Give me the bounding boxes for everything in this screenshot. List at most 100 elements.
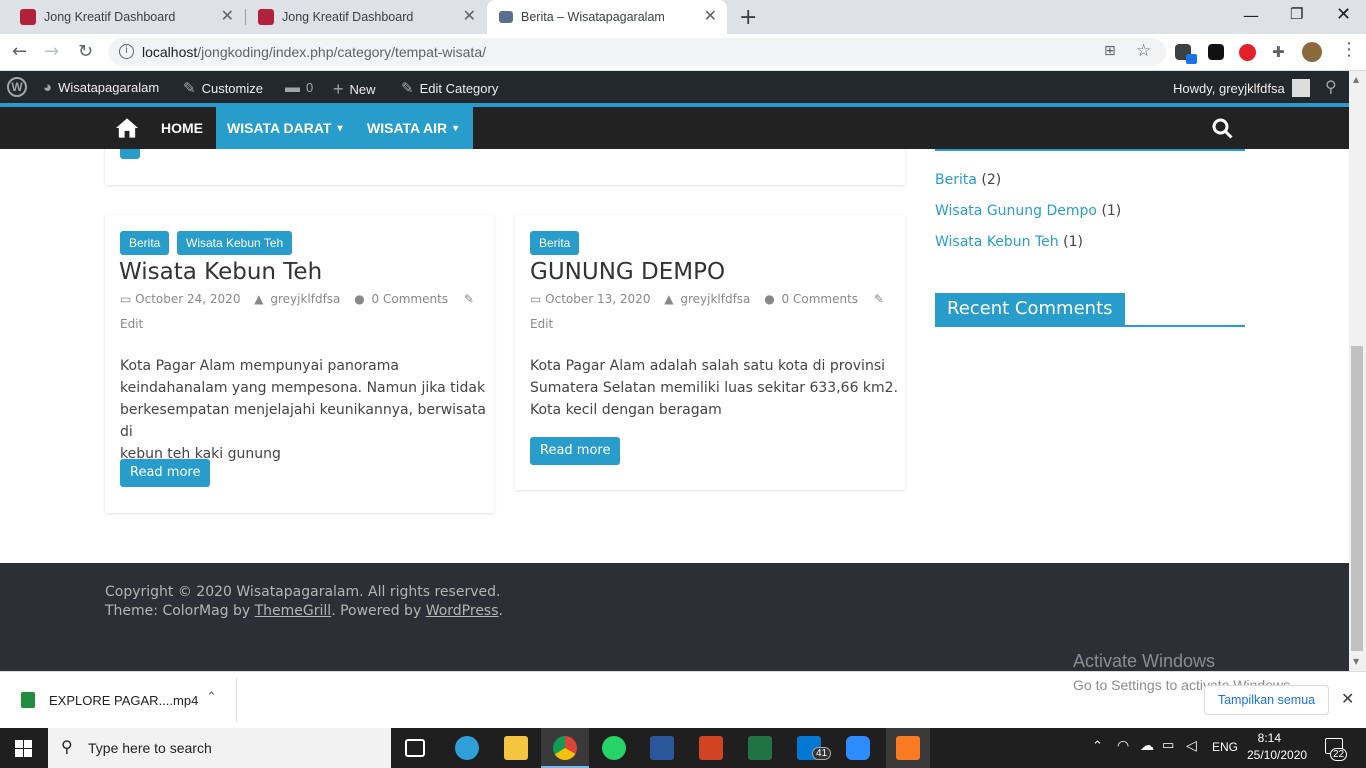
chevron-down-icon: ▾ bbox=[337, 122, 343, 134]
admin-edit-category[interactable]: ✎ Edit Category bbox=[401, 79, 498, 97]
page-scrollbar[interactable]: ▲ ▼ bbox=[1349, 71, 1366, 671]
post-edit-link[interactable]: Edit bbox=[120, 317, 143, 331]
browser-tab[interactable]: Jong Kreatif Dashboard ✕ bbox=[238, 0, 486, 34]
address-bar[interactable]: i localhost/jongkoding/index.php/categor… bbox=[108, 38, 1166, 66]
close-tab-icon[interactable]: ✕ bbox=[463, 9, 476, 25]
show-all-downloads-button[interactable]: Tampilkan semua bbox=[1204, 685, 1329, 715]
scrollbar-thumb[interactable] bbox=[1351, 346, 1363, 651]
clock-time[interactable]: 8:14 bbox=[1251, 731, 1281, 745]
download-filename[interactable]: EXPLORE PAGAR....mp4 bbox=[49, 693, 198, 708]
back-arrow-icon[interactable]: ← bbox=[12, 42, 27, 62]
window-close-icon[interactable]: ✕ bbox=[1336, 4, 1351, 25]
extensions-puzzle-icon[interactable]: ✚ bbox=[1272, 43, 1292, 63]
chrome-icon[interactable] bbox=[553, 736, 577, 760]
excel-icon[interactable] bbox=[748, 736, 772, 760]
reload-icon[interactable]: ↻ bbox=[78, 42, 93, 62]
pencil-icon: ✎ bbox=[401, 80, 414, 97]
minimize-icon[interactable]: — bbox=[1243, 6, 1259, 25]
sidebar-category-link[interactable]: Berita (2) bbox=[935, 172, 1001, 188]
word-icon[interactable] bbox=[650, 736, 674, 760]
wifi-icon[interactable]: ◠ bbox=[1117, 738, 1129, 754]
sidebar-category-link[interactable]: Wisata Gunung Dempo (1) bbox=[935, 203, 1121, 219]
translate-icon[interactable]: ⊞ bbox=[1104, 43, 1116, 59]
wordpress-link[interactable]: WordPress bbox=[426, 603, 499, 619]
scroll-down-arrow-icon[interactable]: ▼ bbox=[1353, 657, 1359, 666]
task-view-icon[interactable] bbox=[405, 739, 425, 757]
close-download-shelf-icon[interactable]: ✕ bbox=[1341, 689, 1354, 708]
extension-box-icon[interactable] bbox=[1208, 44, 1224, 60]
post-author[interactable]: greyjklfdfsa bbox=[680, 292, 750, 306]
tray-chevron-up-icon[interactable]: ⌃ bbox=[1092, 739, 1103, 754]
themegrill-link[interactable]: ThemeGrill bbox=[255, 603, 332, 619]
download-chevron-up-icon[interactable]: ⌃ bbox=[206, 690, 217, 705]
nav-label: WISATA DARAT bbox=[227, 120, 332, 136]
admin-customize[interactable]: ✎ Customize bbox=[183, 79, 263, 97]
post-category-badge[interactable]: Wisata Kebun Teh bbox=[177, 231, 293, 255]
nav-item-wisata-darat[interactable]: WISATA DARAT ▾ bbox=[216, 107, 357, 149]
profile-avatar[interactable] bbox=[1302, 42, 1322, 62]
calendar-icon: ▭ bbox=[120, 292, 132, 306]
post-author[interactable]: greyjklfdfsa bbox=[270, 292, 340, 306]
site-name-label: Wisatapagaralam bbox=[58, 80, 160, 95]
post-title[interactable]: GUNUNG DEMPO bbox=[530, 259, 725, 285]
recent-comments-title: Recent Comments bbox=[935, 293, 1125, 326]
speaker-muted-icon[interactable]: ◁ bbox=[1186, 738, 1197, 754]
theme-text: Theme: ColorMag by bbox=[105, 603, 255, 619]
file-explorer-icon[interactable] bbox=[504, 736, 528, 760]
sidebar-category-link[interactable]: Wisata Kebun Teh (1) bbox=[935, 234, 1083, 250]
powerpoint-icon[interactable] bbox=[699, 736, 723, 760]
clock-date[interactable]: 25/10/2020 bbox=[1247, 748, 1307, 762]
read-more-button[interactable]: Read more bbox=[530, 437, 621, 465]
nav-item-wisata-air[interactable]: WISATA AIR ▾ bbox=[356, 107, 473, 149]
windows-start-icon[interactable] bbox=[15, 740, 32, 757]
post-meta: ▭ October 24, 2020 ▲ greyjklfdfsa ● 0 Co… bbox=[120, 292, 474, 306]
restore-icon[interactable]: ❐ bbox=[1290, 5, 1303, 23]
footer-site-link[interactable]: Wisatapagaralam bbox=[236, 584, 359, 600]
input-language[interactable]: ENG bbox=[1212, 740, 1238, 754]
forward-arrow-icon[interactable]: → bbox=[44, 42, 59, 62]
new-tab-plus-icon[interactable]: + bbox=[739, 5, 757, 30]
nav-item-home[interactable]: HOME bbox=[151, 107, 213, 149]
previous-read-more-button[interactable] bbox=[120, 149, 140, 159]
post-title[interactable]: Wisata Kebun Teh bbox=[119, 259, 322, 285]
taskbar-search-box[interactable]: ⚲ Type here to search bbox=[48, 728, 391, 768]
post-date[interactable]: October 13, 2020 bbox=[545, 292, 650, 306]
credits-end: . bbox=[498, 603, 503, 619]
admin-account[interactable]: Howdy, greyjklfdfsa bbox=[1173, 79, 1310, 97]
home-icon[interactable] bbox=[115, 107, 139, 149]
category-name[interactable]: Wisata Kebun Teh bbox=[935, 234, 1059, 250]
nav-label: WISATA AIR bbox=[367, 120, 448, 136]
xampp-icon[interactable] bbox=[896, 736, 920, 760]
post-comments[interactable]: 0 Comments bbox=[372, 292, 449, 306]
post-date[interactable]: October 24, 2020 bbox=[135, 292, 240, 306]
post-comments[interactable]: 0 Comments bbox=[782, 292, 859, 306]
onedrive-icon[interactable]: ☁ bbox=[1140, 738, 1154, 754]
admin-comments[interactable]: ▬ 0 bbox=[285, 79, 313, 96]
taskbar-search-placeholder: Type here to search bbox=[88, 740, 212, 756]
admin-new[interactable]: + New bbox=[333, 79, 376, 100]
site-info-icon[interactable]: i bbox=[119, 44, 134, 59]
scroll-up-arrow-icon[interactable]: ▲ bbox=[1353, 75, 1359, 84]
nav-search-icon[interactable] bbox=[1212, 107, 1233, 149]
close-tab-icon[interactable]: ✕ bbox=[704, 9, 717, 25]
zoom-icon[interactable] bbox=[846, 736, 870, 760]
adblock-abp-icon[interactable] bbox=[1239, 44, 1256, 61]
chrome-menu-icon[interactable]: ⋮ bbox=[1340, 40, 1358, 60]
wordpress-logo-icon[interactable]: W bbox=[7, 77, 27, 97]
browser-tab-active[interactable]: Berita – Wisatapagaralam ✕ bbox=[487, 0, 727, 34]
post-category-badge[interactable]: Berita bbox=[120, 231, 170, 255]
whatsapp-icon[interactable] bbox=[602, 736, 626, 760]
post-edit-link[interactable]: Edit bbox=[530, 317, 553, 331]
network-icon[interactable]: ▭ bbox=[1162, 738, 1174, 753]
browser-tab[interactable]: Jong Kreatif Dashboard ✕ bbox=[0, 0, 244, 34]
close-tab-icon[interactable]: ✕ bbox=[221, 9, 234, 25]
edge-browser-icon[interactable] bbox=[455, 736, 479, 760]
category-name[interactable]: Berita bbox=[935, 172, 977, 188]
admin-site-name[interactable]: ◕ Wisatapagaralam bbox=[43, 79, 159, 96]
bookmark-star-icon[interactable]: ☆ bbox=[1136, 41, 1151, 61]
category-count: (2) bbox=[981, 172, 1002, 188]
admin-search-icon[interactable]: ⚲ bbox=[1325, 77, 1337, 97]
read-more-button[interactable]: Read more bbox=[120, 459, 211, 487]
category-name[interactable]: Wisata Gunung Dempo bbox=[935, 203, 1097, 219]
post-category-badge[interactable]: Berita bbox=[530, 231, 580, 255]
